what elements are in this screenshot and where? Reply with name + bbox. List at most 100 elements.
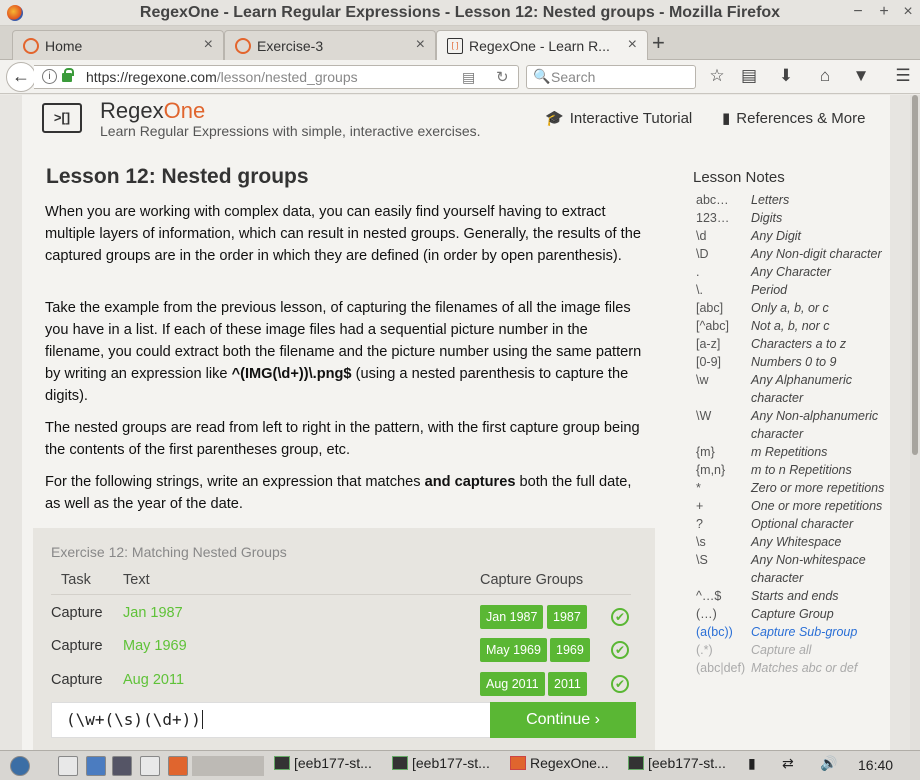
firefox-icon (510, 756, 526, 770)
tab-bar: Home × Exercise-3 × [ ] RegexOne - Learn… (0, 26, 920, 61)
new-tab-button[interactable]: + (652, 30, 665, 56)
note-meaning: Numbers 0 to 9 (751, 355, 837, 369)
lesson-note-item: * Zero or more repetitions (696, 479, 896, 497)
note-meaning: Capture all (751, 643, 812, 657)
lesson-note-item: ^…$ Starts and ends (696, 587, 896, 605)
note-syntax: 123… (696, 211, 730, 225)
tab-regexone[interactable]: [ ] RegexOne - Learn R... × (436, 30, 648, 61)
lesson-note-item: (…) Capture Group (696, 605, 896, 623)
reading-list-icon[interactable]: ▤ (738, 66, 760, 86)
navigation-bar: ← i https://regexone.com/lesson/nested_g… (0, 60, 920, 94)
lesson-note-item: . Any Character (696, 263, 896, 281)
lesson-note-item: \d Any Digit (696, 227, 896, 245)
back-arrow-icon[interactable]: ← (6, 62, 36, 92)
home-icon[interactable]: ⌂ (814, 66, 836, 86)
note-syntax: [a-z] (696, 337, 721, 351)
window-title: RegexOne - Learn Regular Expressions - L… (139, 4, 781, 21)
brand-prefix: Regex (100, 98, 164, 123)
column-header-capture-groups: Capture Groups (480, 572, 584, 588)
scrollbar-thumb[interactable] (912, 95, 918, 455)
tab-close-icon[interactable]: × (204, 36, 213, 54)
window-list-icon[interactable] (140, 756, 160, 776)
note-syntax: \d (696, 229, 707, 243)
terminal-launcher-icon[interactable] (112, 756, 132, 776)
tab-home[interactable]: Home × (12, 30, 224, 60)
tab-close-icon[interactable]: × (628, 36, 637, 54)
taskbar-item-terminal-3[interactable]: [eeb177-st... (628, 755, 726, 777)
taskbar-label: RegexOne... (530, 755, 609, 771)
note-syntax: ? (696, 517, 703, 531)
interactive-tutorial-link[interactable]: 🎓 Interactive Tutorial (545, 109, 692, 127)
lesson-note-item: ? Optional character (696, 515, 896, 533)
content-wrapper: >[] RegexOne Learn Regular Expressions w… (22, 95, 890, 750)
bookmark-star-icon[interactable]: ☆ (706, 66, 728, 86)
show-desktop-icon[interactable] (58, 756, 78, 776)
reload-icon[interactable]: ↻ (496, 68, 509, 86)
lesson-note-item: [0-9] Numbers 0 to 9 (696, 353, 896, 371)
note-syntax: \. (696, 283, 703, 297)
note-syntax: * (696, 481, 701, 495)
exercise-box: Exercise 12: Matching Nested Groups Task… (33, 528, 655, 750)
url-host: https://regexone.com (86, 69, 217, 85)
downloads-icon[interactable]: ⬇ (775, 66, 797, 86)
reader-view-icon[interactable]: ▤ (462, 69, 475, 86)
row-task: Capture (51, 638, 103, 654)
site-brand[interactable]: RegexOne (100, 98, 205, 124)
menu-icon[interactable]: ☰ (892, 66, 914, 86)
url-path: /lesson/nested_groups (216, 69, 358, 85)
lesson-note-item: \. Period (696, 281, 896, 299)
row-text: May 1969 (123, 638, 187, 654)
network-icon[interactable]: ⇄ (782, 755, 794, 777)
file-manager-icon[interactable] (86, 756, 106, 776)
maximize-button[interactable]: + (874, 3, 894, 21)
start-menu-icon[interactable] (10, 756, 30, 776)
note-syntax: \W (696, 409, 712, 423)
column-header-task: Task (61, 572, 91, 588)
lesson-note-item: abc… Letters (696, 191, 896, 209)
taskbar-item-terminal-1[interactable]: [eeb177-st... (274, 755, 372, 777)
terminal-icon (392, 756, 408, 770)
close-window-button[interactable]: × (898, 3, 918, 21)
check-icon: ✔ (611, 641, 629, 659)
note-meaning: m Repetitions (751, 445, 828, 459)
regex-answer-input[interactable]: (\w+(\s)(\d+)) (51, 702, 491, 738)
taskbar-item-firefox[interactable]: RegexOne... (510, 755, 609, 777)
note-syntax: [abc] (696, 301, 724, 315)
note-meaning: Only a, b, or c (751, 301, 829, 315)
url-bar[interactable]: i https://regexone.com/lesson/nested_gro… (34, 65, 519, 89)
note-meaning: Any Character (751, 265, 831, 279)
continue-button[interactable]: Continue › (490, 702, 636, 738)
note-syntax: (a(bc)) (696, 625, 733, 639)
lesson-note-item: 123… Digits (696, 209, 896, 227)
row-text: Aug 2011 (123, 672, 185, 688)
terminal-icon (274, 756, 290, 770)
check-icon: ✔ (611, 675, 629, 693)
minimize-button[interactable]: − (848, 3, 868, 21)
note-meaning: Starts and ends (751, 589, 839, 603)
info-icon[interactable]: i (42, 69, 57, 84)
references-link[interactable]: ▮ References & More (722, 109, 866, 127)
lesson-note-item: [a-z] Characters a to z (696, 335, 896, 353)
search-box[interactable]: 🔍 Search (526, 65, 696, 89)
capture-group-chip: 1969 (550, 638, 590, 662)
taskbar-item-terminal-2[interactable]: [eeb177-st... (392, 755, 490, 777)
lesson-note-item: \s Any Whitespace (696, 533, 896, 551)
search-icon: 🔍 (533, 68, 551, 84)
regexone-logo[interactable]: >[] (42, 103, 82, 133)
pocket-icon[interactable]: ▼ (850, 66, 872, 86)
battery-icon[interactable]: ▮ (748, 755, 756, 777)
lesson-note-item: \w Any Alphanumeric character (696, 371, 896, 407)
workspace-switcher[interactable] (192, 756, 264, 776)
lesson-title: Lesson 12: Nested groups (46, 165, 309, 188)
tab-exercise-3[interactable]: Exercise-3 × (224, 30, 436, 60)
note-syntax: . (696, 265, 700, 279)
ubuntu-icon (23, 38, 39, 54)
firefox-launcher-icon[interactable] (168, 756, 188, 776)
page-scrollbar[interactable] (910, 95, 920, 750)
lesson-note-item: + One or more repetitions (696, 497, 896, 515)
volume-icon[interactable]: 🔊 (820, 755, 837, 777)
lesson-note-item: \D Any Non-digit character (696, 245, 896, 263)
lesson-paragraph-4: For the following strings, write an expr… (45, 471, 645, 515)
row-task: Capture (51, 672, 103, 688)
tab-close-icon[interactable]: × (416, 36, 425, 54)
